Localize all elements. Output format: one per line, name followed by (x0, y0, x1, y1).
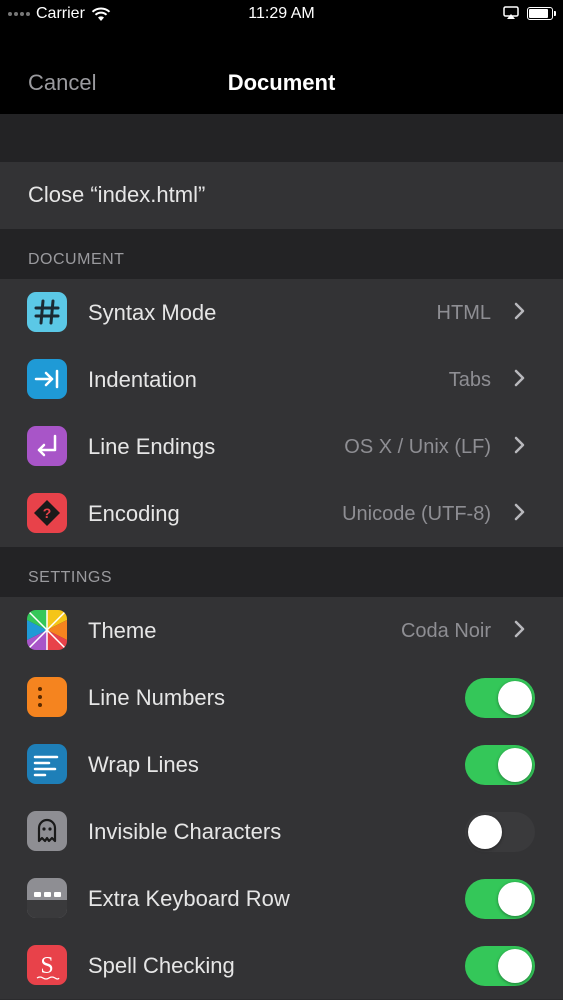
row-label: Extra Keyboard Row (88, 886, 290, 911)
row-label: Wrap Lines (88, 752, 199, 777)
row-value: OS X / Unix (LF) (344, 436, 491, 458)
chevron-right-icon (514, 436, 525, 454)
ghost-icon (27, 811, 67, 851)
spell-checking-toggle[interactable] (465, 946, 535, 986)
row-syntax-mode[interactable]: Syntax Mode HTML (0, 279, 563, 346)
line-numbers-toggle[interactable] (465, 678, 535, 718)
airplay-icon (503, 6, 519, 19)
clock: 11:29 AM (248, 5, 315, 22)
wrap-lines-icon (27, 744, 67, 784)
row-invisible-characters[interactable]: Invisible Characters (0, 798, 563, 865)
row-label: Invisible Characters (88, 819, 282, 844)
row-label: Line Numbers (88, 685, 225, 710)
toggle-knob (498, 949, 532, 983)
wrap-lines-toggle[interactable] (465, 745, 535, 785)
row-indentation[interactable]: Indentation Tabs (0, 346, 563, 413)
row-extra-keyboard-row[interactable]: Extra Keyboard Row (0, 865, 563, 932)
row-label: Syntax Mode (88, 300, 217, 325)
row-value: Tabs (448, 369, 491, 391)
chevron-right-icon (514, 620, 525, 638)
row-encoding[interactable]: ? Encoding Unicode (UTF-8) (0, 480, 563, 547)
row-label: Encoding (88, 501, 180, 526)
toggle-knob (498, 681, 532, 715)
navigation-bar: Cancel Document (0, 30, 563, 114)
row-label: Spell Checking (88, 953, 235, 978)
return-arrow-icon (27, 426, 67, 466)
row-value: HTML (436, 302, 491, 324)
spell-check-icon: S (27, 945, 67, 985)
extra-keyboard-row-toggle[interactable] (465, 879, 535, 919)
status-bar: Carrier 11:29 AM (0, 0, 563, 30)
page-title: Document (227, 70, 336, 95)
row-value: Unicode (UTF-8) (342, 503, 491, 525)
theme-pinwheel-icon (27, 610, 67, 650)
row-line-endings[interactable]: Line Endings OS X / Unix (LF) (0, 413, 563, 480)
section-header-label: DOCUMENT (28, 251, 125, 268)
close-document-button[interactable]: Close “index.html” (0, 162, 563, 229)
question-diamond-icon: ? (27, 493, 67, 533)
row-line-numbers[interactable]: Line Numbers (0, 664, 563, 731)
row-value: Coda Noir (400, 620, 491, 642)
chevron-right-icon (514, 302, 525, 320)
invisible-characters-toggle[interactable] (465, 812, 535, 852)
group-spacer (0, 114, 563, 162)
section-header-settings: SETTINGS (0, 547, 563, 597)
hash-icon (27, 292, 67, 332)
toggle-knob (468, 815, 502, 849)
chevron-right-icon (514, 369, 525, 387)
indent-arrow-icon (27, 359, 67, 399)
svg-text:S: S (40, 953, 53, 979)
row-wrap-lines[interactable]: Wrap Lines (0, 731, 563, 798)
row-label: Theme (88, 618, 157, 643)
section-header-label: SETTINGS (28, 569, 113, 586)
toggle-knob (498, 882, 532, 916)
close-document-label: Close “index.html” (28, 182, 206, 207)
svg-text:?: ? (43, 505, 52, 521)
row-theme[interactable]: Theme Coda Noir (0, 597, 563, 664)
toggle-knob (498, 748, 532, 782)
row-spell-checking[interactable]: S Spell Checking (0, 932, 563, 999)
section-header-document: DOCUMENT (0, 229, 563, 279)
battery-icon (527, 6, 556, 20)
row-label: Indentation (88, 367, 197, 392)
chevron-right-icon (514, 503, 525, 521)
keyboard-row-icon (27, 878, 67, 918)
row-label: Line Endings (88, 434, 216, 459)
line-numbers-icon (27, 677, 67, 717)
